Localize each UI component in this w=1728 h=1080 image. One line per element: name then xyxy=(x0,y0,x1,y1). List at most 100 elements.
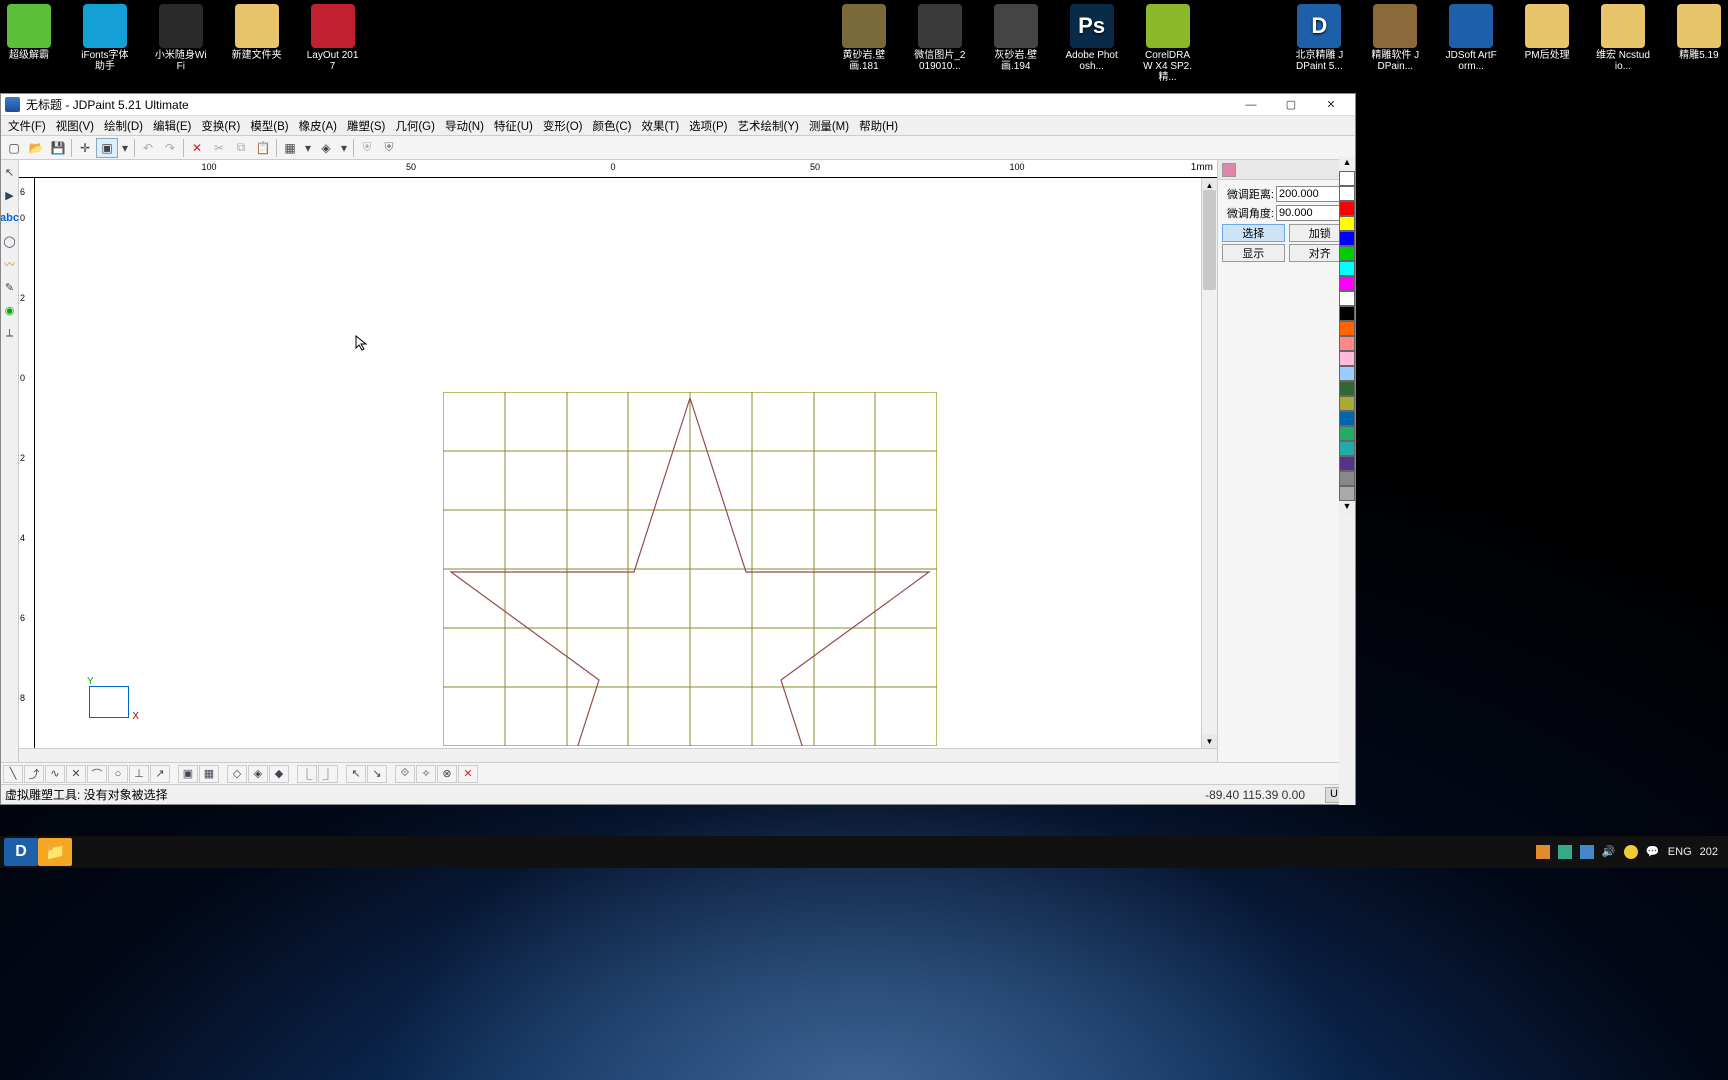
menu-item[interactable]: 选项(P) xyxy=(684,116,732,135)
color-swatch[interactable] xyxy=(1339,336,1355,351)
tool-measure[interactable]: ⟂ xyxy=(1,323,18,343)
tray-icon[interactable] xyxy=(1580,845,1594,859)
color-swatch[interactable] xyxy=(1339,456,1355,471)
scroll-down-arrow[interactable]: ▼ xyxy=(1202,734,1217,748)
cut-button[interactable]: ✂ xyxy=(208,138,230,158)
menu-item[interactable]: 模型(B) xyxy=(245,116,293,135)
tool-pointer[interactable]: ↖ xyxy=(1,162,18,182)
menu-item[interactable]: 视图(V) xyxy=(51,116,99,135)
menu-item[interactable]: 编辑(E) xyxy=(148,116,196,135)
btool-3[interactable]: ∿ xyxy=(45,765,65,783)
color-swatch[interactable] xyxy=(1339,201,1355,216)
shield-on-button[interactable]: ⛨ xyxy=(378,138,400,158)
select-button[interactable]: 选择 xyxy=(1222,224,1285,242)
desktop-icon[interactable]: JDSoft ArtForm... xyxy=(1444,4,1498,86)
color-swatch[interactable] xyxy=(1339,426,1355,441)
menu-item[interactable]: 测量(M) xyxy=(804,116,854,135)
tool-fill[interactable]: ◉ xyxy=(1,300,18,320)
tray-sound-icon[interactable]: 🔊 xyxy=(1602,845,1616,859)
scroll-thumb[interactable] xyxy=(1203,190,1216,290)
menu-item[interactable]: 特征(U) xyxy=(489,116,538,135)
minimize-button[interactable]: — xyxy=(1231,94,1271,116)
desktop-icon[interactable]: 精雕软件 JDPain... xyxy=(1368,4,1422,86)
save-button[interactable]: 💾 xyxy=(47,138,69,158)
btool-16[interactable]: ↖ xyxy=(346,765,366,783)
btool-11[interactable]: ◇ xyxy=(227,765,247,783)
taskbar-app-folder[interactable]: 📁 xyxy=(38,838,72,866)
desktop-icon[interactable]: LayOut 2017 xyxy=(306,4,360,86)
btool-19[interactable]: ✧ xyxy=(416,765,436,783)
menu-item[interactable]: 文件(F) xyxy=(3,116,51,135)
color-swatch[interactable] xyxy=(1339,171,1355,186)
btool-cancel[interactable]: ✕ xyxy=(458,765,478,783)
btool-6[interactable]: ○ xyxy=(108,765,128,783)
btool-17[interactable]: ↘ xyxy=(367,765,387,783)
tool-select[interactable]: ▶ xyxy=(1,185,18,205)
color-swatch[interactable] xyxy=(1339,381,1355,396)
color-swatch[interactable] xyxy=(1339,231,1355,246)
color-swatch[interactable] xyxy=(1339,306,1355,321)
btool-5[interactable]: ⌒ xyxy=(87,765,107,783)
close-button[interactable]: ✕ xyxy=(1311,94,1351,116)
menu-item[interactable]: 绘制(D) xyxy=(99,116,148,135)
menu-item[interactable]: 艺术绘制(Y) xyxy=(733,116,804,135)
copy-button[interactable]: ⧉ xyxy=(230,138,252,158)
color-swatch[interactable] xyxy=(1339,261,1355,276)
btool-8[interactable]: ↗ xyxy=(150,765,170,783)
system-tray[interactable]: 🔊 💬 ENG 202 xyxy=(1536,845,1724,859)
tray-icon[interactable] xyxy=(1624,845,1638,859)
desktop-icon[interactable]: 微信图片_2019010... xyxy=(913,4,967,86)
box-select-button[interactable]: ▣ xyxy=(96,138,118,158)
color-swatch[interactable] xyxy=(1339,291,1355,306)
maximize-button[interactable]: ▢ xyxy=(1271,94,1311,116)
group-dropdown[interactable]: ▾ xyxy=(301,138,315,158)
color-swatch[interactable] xyxy=(1339,351,1355,366)
btool-20[interactable]: ⊗ xyxy=(437,765,457,783)
tool-text[interactable]: abc xyxy=(1,208,18,228)
menu-item[interactable]: 效果(T) xyxy=(636,116,684,135)
tool-curve[interactable]: 〰 xyxy=(1,254,18,274)
paste-button[interactable]: 📋 xyxy=(252,138,274,158)
undo-button[interactable]: ↶ xyxy=(137,138,159,158)
color-swatch[interactable] xyxy=(1339,411,1355,426)
titlebar[interactable]: 无标题 - JDPaint 5.21 Ultimate — ▢ ✕ xyxy=(1,94,1355,116)
desktop-icon[interactable]: CorelDRAW X4 SP2.精... xyxy=(1141,4,1195,86)
show-button[interactable]: 显示 xyxy=(1222,244,1285,262)
color-scroll-up[interactable]: ▲ xyxy=(1339,157,1355,171)
canvas[interactable]: Y X xyxy=(35,178,1201,748)
menu-item[interactable]: 帮助(H) xyxy=(854,116,903,135)
btool-12[interactable]: ◈ xyxy=(248,765,268,783)
open-file-button[interactable]: 📂 xyxy=(25,138,47,158)
desktop-icon[interactable]: 新建文件夹 xyxy=(230,4,284,86)
color-swatch[interactable] xyxy=(1339,366,1355,381)
btool-13[interactable]: ◆ xyxy=(269,765,289,783)
menu-item[interactable]: 导动(N) xyxy=(440,116,489,135)
tray-icon[interactable]: 💬 xyxy=(1646,845,1660,859)
select-mode-button[interactable]: ✛ xyxy=(74,138,96,158)
color-swatch[interactable] xyxy=(1339,396,1355,411)
btool-2[interactable]: ⤴ xyxy=(24,765,44,783)
btool-4[interactable]: ✕ xyxy=(66,765,86,783)
new-file-button[interactable]: ▢ xyxy=(3,138,25,158)
desktop-icon[interactable]: 小米随身WiFi xyxy=(154,4,208,86)
desktop-icon[interactable]: 精雕5.19 xyxy=(1672,4,1726,86)
btool-1[interactable]: ╲ xyxy=(3,765,23,783)
layer-button[interactable]: ◈ xyxy=(315,138,337,158)
desktop-icon[interactable]: iFonts字体助手 xyxy=(78,4,132,86)
redo-button[interactable]: ↷ xyxy=(159,138,181,158)
select-dropdown[interactable]: ▾ xyxy=(118,138,132,158)
tray-icon[interactable] xyxy=(1558,845,1572,859)
group-button[interactable]: ▦ xyxy=(279,138,301,158)
desktop-icon[interactable]: 超级解霸 xyxy=(2,4,56,86)
btool-15[interactable]: ⏌ xyxy=(318,765,338,783)
menu-item[interactable]: 橡皮(A) xyxy=(294,116,342,135)
menu-item[interactable]: 变形(O) xyxy=(538,116,588,135)
btool-9[interactable]: ▣ xyxy=(178,765,198,783)
color-swatch[interactable] xyxy=(1339,471,1355,486)
desktop-icon[interactable]: 维宏 Ncstudio... xyxy=(1596,4,1650,86)
shield-off-button[interactable]: ⛨ xyxy=(356,138,378,158)
desktop-icon[interactable]: 灰砂岩.壁画.194 xyxy=(989,4,1043,86)
taskbar-app-jdpaint[interactable]: D xyxy=(4,838,38,866)
tray-language[interactable]: ENG xyxy=(1668,846,1692,858)
horizontal-scrollbar[interactable] xyxy=(19,748,1217,762)
